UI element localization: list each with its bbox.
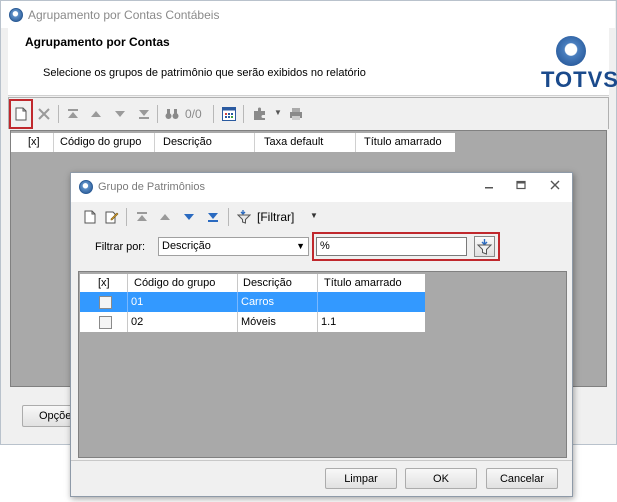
move-up-icon[interactable] [157,209,173,225]
header-subtitle: Selecione os grupos de patrimônio que se… [43,67,366,79]
column-header-linked-title[interactable]: Título amarrado [318,274,425,292]
column-header-description[interactable]: Descrição [238,274,318,292]
filter-field-select[interactable]: Descrição ▼ [158,237,309,256]
toolbar-separator [157,105,158,123]
move-bottom-icon[interactable] [136,106,152,122]
filter-icon[interactable] [236,209,252,225]
calendar-grid-icon[interactable] [221,106,237,122]
close-icon[interactable] [548,180,562,194]
row-code: 02 [128,312,238,332]
search-counter: 0/0 [185,107,202,121]
app-icon [9,8,23,22]
binoculars-icon[interactable] [164,106,180,122]
toolbar-separator [228,208,229,226]
row-checkbox[interactable] [99,316,112,329]
row-linked-title [318,292,425,312]
filter-field-value: Descrição [162,240,211,252]
move-up-icon[interactable] [88,106,104,122]
toolbar-separator [213,105,214,123]
main-window-title: Agrupamento por Contas Contábeis [28,8,220,22]
cancel-button[interactable]: Cancelar [486,468,558,489]
minimize-icon[interactable] [482,180,496,194]
row-select-cell[interactable] [80,292,128,312]
dialog-title: Grupo de Patrimônios [98,181,205,193]
move-top-icon[interactable] [65,106,81,122]
toolbar-separator [126,208,127,226]
puzzle-icon[interactable] [252,106,268,122]
column-header-select[interactable]: [x] [80,274,128,292]
row-description: Carros [238,292,318,312]
column-header-select[interactable]: [x] [11,133,54,152]
totvs-logo-icon [556,36,586,66]
maximize-icon[interactable] [514,180,528,194]
header-title: Agrupamento por Contas [25,35,170,49]
filter-text-input[interactable]: % [316,237,467,256]
column-header-code[interactable]: Código do grupo [54,133,155,152]
table-row[interactable]: 01 Carros [80,292,425,312]
move-bottom-icon[interactable] [205,209,221,225]
chevron-down-icon[interactable]: ▼ [310,211,318,220]
new-document-icon[interactable] [13,106,29,122]
row-code: 01 [128,292,238,312]
move-down-icon[interactable] [181,209,197,225]
chevron-down-icon: ▼ [296,241,305,251]
new-document-icon[interactable] [82,209,98,225]
toolbar-separator [58,105,59,123]
totvs-logo-text: TOTVS [541,67,617,92]
dialog-grid-header: [x] Código do grupo Descrição Título ama… [80,274,425,292]
row-description: Móveis [238,312,318,332]
filter-menu-label[interactable]: [Filtrar] [257,210,294,224]
filter-by-label: Filtrar por: [95,241,146,253]
apply-filter-button[interactable] [474,236,495,257]
delete-icon[interactable] [36,106,52,122]
print-icon[interactable] [288,106,304,122]
column-header-code[interactable]: Código do grupo [128,274,238,292]
move-top-icon[interactable] [134,209,150,225]
table-row[interactable]: 02 Móveis 1.1 [80,312,425,332]
column-header-description[interactable]: Descrição [155,133,255,152]
chevron-down-icon[interactable]: ▼ [274,108,282,117]
row-select-cell[interactable] [80,312,128,332]
move-down-icon[interactable] [112,106,128,122]
filter-apply-icon [476,239,493,255]
row-linked-title: 1.1 [321,316,337,328]
toolbar-separator [243,105,244,123]
dialog-app-icon [79,180,93,194]
column-header-linked-title[interactable]: Título amarrado [356,133,455,152]
main-grid-header: [x] Código do grupo Descrição Taxa defau… [11,133,455,152]
column-header-default-rate[interactable]: Taxa default [255,133,356,152]
row-checkbox[interactable] [99,296,112,309]
clear-button[interactable]: Limpar [325,468,397,489]
edit-document-icon[interactable] [104,209,120,225]
ok-button[interactable]: OK [405,468,477,489]
dialog-footer-divider [71,460,572,461]
